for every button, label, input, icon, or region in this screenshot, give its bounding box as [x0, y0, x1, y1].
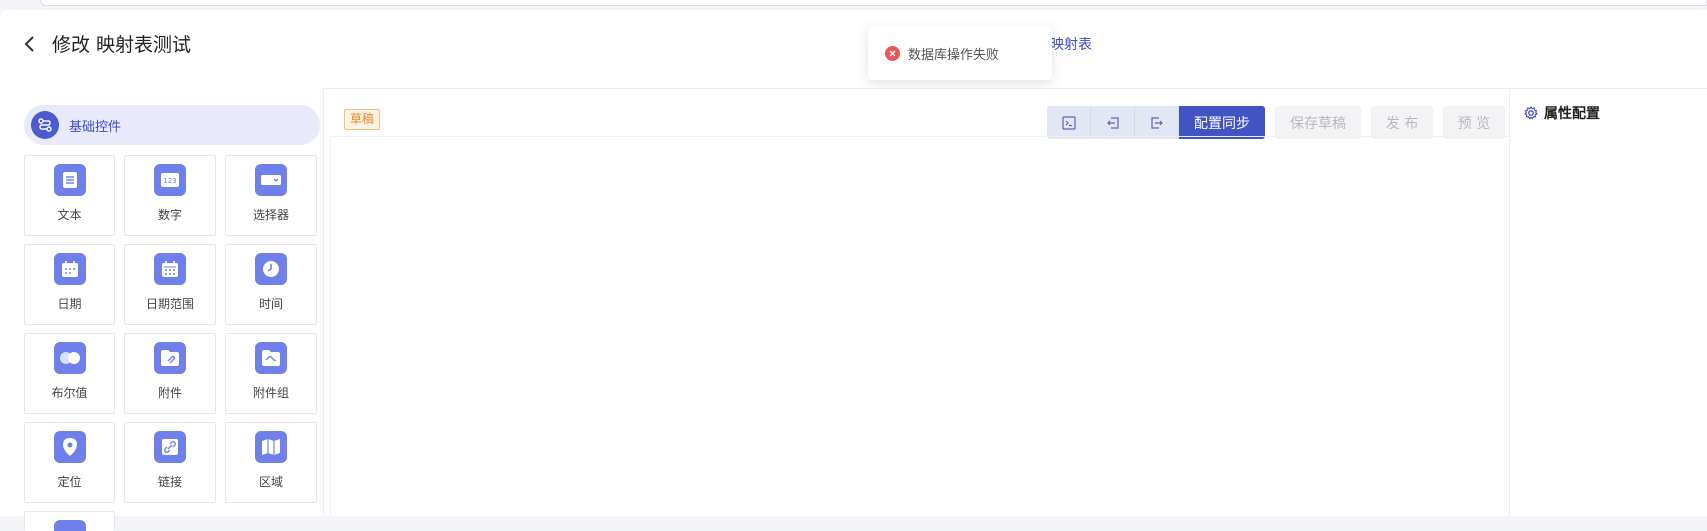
widget-attachment-group[interactable]: 附件组	[225, 333, 317, 414]
preview-button[interactable]: 预 览	[1443, 106, 1505, 139]
widget-boolean[interactable]: 布尔值	[24, 333, 115, 414]
property-panel-title: 属性配置	[1544, 106, 1600, 122]
location-icon	[53, 431, 86, 463]
link-icon	[154, 431, 186, 463]
widget-text[interactable]: 文本	[24, 155, 115, 236]
back-button[interactable]	[18, 32, 40, 56]
widget-label: 附件	[157, 386, 182, 400]
widget-partial[interactable]	[24, 511, 115, 531]
clock-icon	[255, 253, 287, 285]
save-draft-button[interactable]: 保存草稿	[1275, 106, 1361, 139]
import-icon	[1106, 116, 1119, 129]
error-circle-icon	[885, 45, 900, 61]
browser-top-strip	[0, 0, 1707, 10]
widget-date-range[interactable]: 日期范围	[124, 244, 216, 325]
widget-grid: 文本 123 数字 选择器 日期 日期范围 时间 布尔值 附件 附件组 定位 链…	[24, 155, 320, 531]
widget-link[interactable]: 链接	[124, 422, 216, 503]
terminal-icon	[1061, 115, 1076, 130]
widget-location[interactable]: 定位	[24, 422, 115, 503]
svg-text:123: 123	[163, 177, 176, 185]
attachment-icon	[154, 342, 186, 374]
widget-label: 日期范围	[145, 297, 194, 311]
gear-icon	[1524, 106, 1538, 120]
publish-button[interactable]: 发 布	[1371, 106, 1433, 139]
editor-card: 修改 映射表测试 映射表 数据库操作失败 基础控件 文本 123 数字 选择器 …	[0, 10, 1707, 531]
export-icon	[1150, 116, 1163, 129]
widget-label: 定位	[57, 475, 82, 489]
flow-icon	[31, 111, 59, 139]
widget-region[interactable]: 区域	[225, 422, 317, 503]
group-label: 基础控件	[69, 119, 122, 135]
map-icon	[255, 431, 287, 463]
widget-date[interactable]: 日期	[24, 244, 115, 325]
widget-label: 数字	[157, 208, 182, 222]
widget-icon-partial	[53, 520, 86, 531]
toggle-icon	[53, 342, 86, 374]
widget-label: 时间	[258, 297, 283, 311]
form-canvas: 草稿 配置同步 保存草稿 发 布 预 览	[323, 88, 1510, 517]
import-button[interactable]	[1091, 106, 1135, 139]
error-toast: 数据库操作失败	[868, 26, 1052, 80]
attachment-group-icon	[255, 342, 287, 374]
chevron-left-icon	[24, 36, 34, 52]
text-icon	[53, 164, 86, 196]
widget-number[interactable]: 123 数字	[124, 155, 216, 236]
widget-time[interactable]: 时间	[225, 244, 317, 325]
date-icon	[53, 253, 86, 285]
page-title: 修改 映射表测试	[52, 34, 192, 56]
widget-label: 链接	[157, 475, 182, 489]
toast-message: 数据库操作失败	[908, 47, 1000, 63]
widget-label: 日期	[57, 297, 82, 311]
widget-selector[interactable]: 选择器	[225, 155, 317, 236]
widget-label: 附件组	[252, 386, 289, 400]
page-header: 修改 映射表测试 映射表	[0, 10, 1707, 88]
widget-attachment[interactable]: 附件	[124, 333, 216, 414]
address-bar-edge	[40, 0, 1707, 6]
property-panel-header: 属性配置	[1524, 103, 1600, 123]
date-range-icon	[154, 253, 186, 285]
widget-label: 文本	[57, 208, 82, 222]
widget-label: 布尔值	[51, 386, 88, 400]
widget-panel: 基础控件 文本 123 数字 选择器 日期 日期范围 时间 布尔值 附件 附件组…	[0, 88, 323, 531]
script-button[interactable]	[1047, 106, 1091, 139]
export-button[interactable]	[1135, 106, 1179, 139]
canvas-dropzone[interactable]	[330, 136, 1510, 517]
widget-label: 区域	[258, 475, 283, 489]
mapping-table-link[interactable]: 映射表	[1050, 34, 1092, 54]
widget-label: 选择器	[252, 208, 289, 222]
group-basic-controls[interactable]: 基础控件	[24, 105, 320, 145]
editor-toolbar: 配置同步 保存草稿 发 布 预 览	[1047, 106, 1505, 139]
selector-icon	[255, 164, 287, 196]
draft-status-tag: 草稿	[344, 109, 381, 130]
sync-config-button[interactable]: 配置同步	[1179, 106, 1265, 139]
number-icon: 123	[154, 164, 186, 196]
property-panel: 属性配置	[1509, 88, 1707, 516]
